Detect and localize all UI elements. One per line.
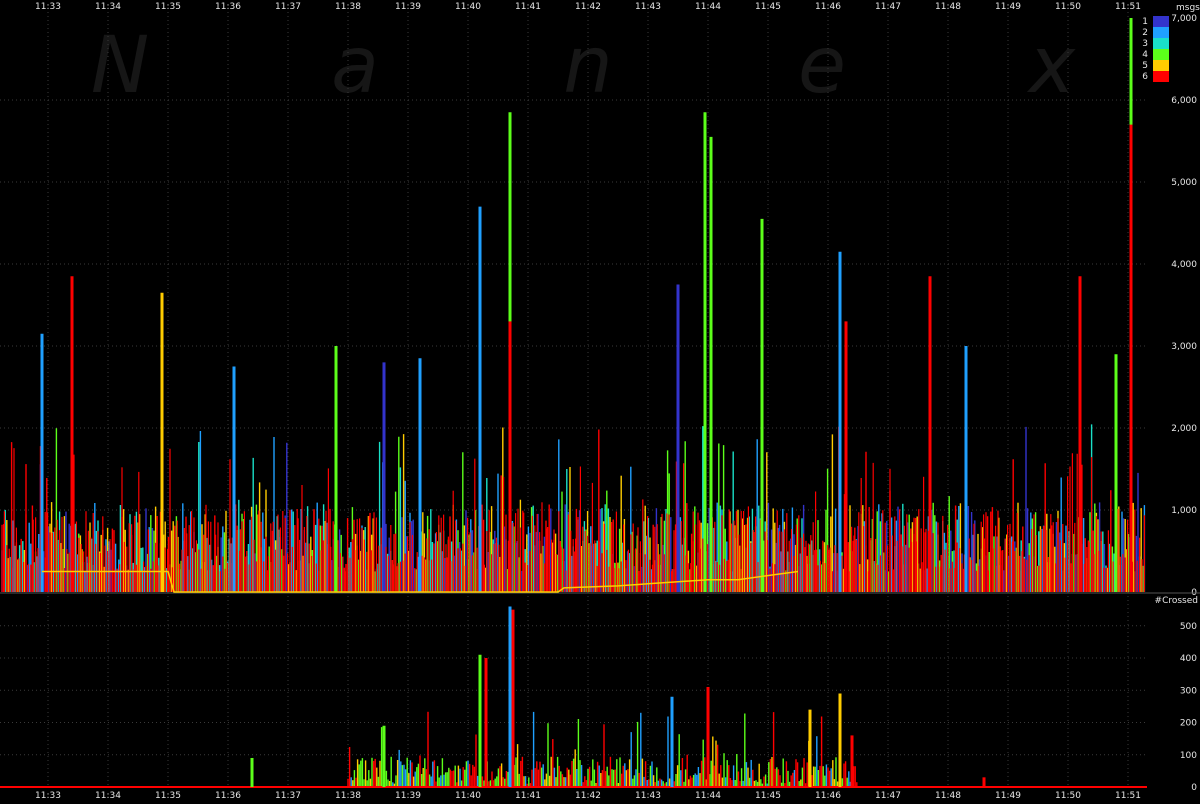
y-tick-label-main: 6,000 [1171, 96, 1197, 106]
time-label-bottom: 11:45 [755, 791, 781, 800]
time-label-bottom: 11:37 [275, 791, 301, 800]
watermark-letter: e [798, 21, 846, 111]
watermark-letter: a [331, 21, 379, 111]
time-label-top: 11:41 [515, 2, 541, 12]
time-label-bottom: 11:34 [95, 791, 121, 800]
watermark-letter: n [563, 21, 612, 111]
time-label-top: 11:40 [455, 2, 481, 12]
legend-label: 5 [1142, 61, 1148, 71]
nanex-message-chart: Na n e x 11:33 11:33 11:34 11:34 11:35 11:35 11:36… [0, 0, 1200, 801]
time-label-top: 11:51 [1115, 2, 1141, 12]
y-tick-label-lower: 400 [1180, 654, 1197, 664]
chart-svg: Na n e x 11:33 11:33 11:34 11:34 11:35 11:35 11:36… [0, 0, 1200, 801]
time-label-bottom: 11:44 [695, 791, 721, 800]
legend-swatch [1153, 60, 1169, 71]
time-label-bottom: 11:43 [635, 791, 661, 800]
time-label-bottom: 11:49 [995, 791, 1021, 800]
y-tick-label-main: 2,000 [1171, 424, 1197, 434]
legend-swatch [1153, 71, 1169, 82]
time-label-bottom: 11:46 [815, 791, 841, 800]
time-label-bottom: 11:39 [395, 791, 421, 800]
legend-label: 3 [1142, 39, 1148, 49]
chart-background [0, 0, 1200, 800]
lower-panel-label: #Crossed [1155, 596, 1198, 606]
legend-label: 6 [1142, 72, 1148, 82]
time-label-top: 11:35 [155, 2, 181, 12]
time-label-bottom: 11:42 [575, 791, 601, 800]
time-label-top: 11:45 [755, 2, 781, 12]
time-label-top: 11:33 [35, 2, 61, 12]
legend-label: 1 [1142, 17, 1148, 27]
y-tick-label-main: 5,000 [1171, 178, 1197, 188]
time-label-bottom: 11:35 [155, 791, 181, 800]
time-label-top: 11:47 [875, 2, 901, 12]
legend-swatch [1153, 38, 1169, 49]
time-label-top: 11:48 [935, 2, 961, 12]
time-label-top: 11:39 [395, 2, 421, 12]
y-tick-label-main: 7,000 [1171, 14, 1197, 24]
time-label-top: 11:38 [335, 2, 361, 12]
y-tick-label-main: 4,000 [1171, 260, 1197, 270]
watermark-letter: x [1026, 21, 1076, 111]
time-label-bottom: 11:40 [455, 791, 481, 800]
time-label-top: 11:43 [635, 2, 661, 12]
legend-swatch [1153, 27, 1169, 38]
legend-swatch [1153, 16, 1169, 27]
y-tick-label-main: 1,000 [1171, 506, 1197, 516]
time-label-top: 11:42 [575, 2, 601, 12]
time-label-top: 11:44 [695, 2, 721, 12]
time-label-top: 11:49 [995, 2, 1021, 12]
time-label-top: 11:34 [95, 2, 121, 12]
y-tick-label-lower: 200 [1180, 719, 1197, 729]
time-label-bottom: 11:47 [875, 791, 901, 800]
time-label-top: 11:50 [1055, 2, 1081, 12]
time-label-bottom: 11:50 [1055, 791, 1081, 800]
y-tick-label-lower: 100 [1180, 751, 1197, 761]
legend-title: msgs [1176, 3, 1200, 13]
legend-label: 4 [1142, 50, 1148, 60]
time-label-top: 11:37 [275, 2, 301, 12]
time-label-bottom: 11:36 [215, 791, 241, 800]
y-tick-label-lower: 500 [1180, 622, 1197, 632]
time-label-bottom: 11:33 [35, 791, 61, 800]
time-label-bottom: 11:51 [1115, 791, 1141, 800]
watermark-letter: N [91, 21, 149, 111]
legend-swatch [1153, 49, 1169, 60]
time-label-bottom: 11:48 [935, 791, 961, 800]
time-label-top: 11:36 [215, 2, 241, 12]
y-tick-label-lower: 0 [1191, 783, 1197, 793]
time-label-bottom: 11:38 [335, 791, 361, 800]
time-label-top: 11:46 [815, 2, 841, 12]
time-label-bottom: 11:41 [515, 791, 541, 800]
y-tick-label-lower: 300 [1180, 686, 1197, 696]
legend-label: 2 [1142, 28, 1148, 38]
y-tick-label-main: 3,000 [1171, 342, 1197, 352]
